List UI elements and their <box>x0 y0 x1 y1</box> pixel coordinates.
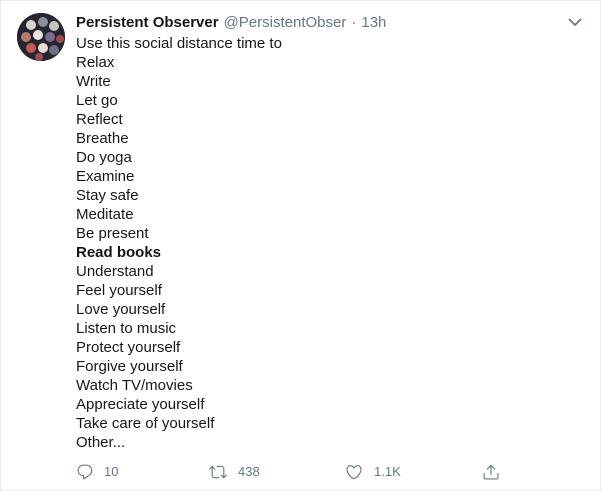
tweet-text-line: Forgive yourself <box>76 358 183 375</box>
tweet-actions: 10 438 1.1K <box>76 460 506 484</box>
reply-button[interactable]: 10 <box>76 460 118 484</box>
tweet-text-line: Examine <box>76 168 135 185</box>
tweet-text-line: Other... <box>76 434 126 451</box>
tweet-text: Use this social distance time to Relax Wri… <box>76 34 282 452</box>
share-icon <box>483 464 499 480</box>
retweet-count: 438 <box>238 464 260 479</box>
retweet-button[interactable]: 438 <box>208 460 260 484</box>
avatar[interactable] <box>17 13 65 61</box>
share-button[interactable] <box>482 460 500 484</box>
tweet-text-line: Write <box>76 73 111 90</box>
tweet-text-line: Watch TV/movies <box>76 377 193 394</box>
tweet-text-line: Appreciate yourself <box>76 396 205 413</box>
tweet-text-line: Listen to music <box>76 320 177 337</box>
tweet-menu-button[interactable] <box>564 11 586 33</box>
tweet-card[interactable]: Persistent Observer @PersistentObser · 1… <box>0 0 601 491</box>
tweet-text-line: Protect yourself <box>76 339 181 356</box>
avatar-image <box>17 13 65 61</box>
tweet-text-line: Do yoga <box>76 149 132 166</box>
author-display-name[interactable]: Persistent Observer <box>76 13 219 33</box>
tweet-text-line: Let go <box>76 92 118 109</box>
header-separator: · <box>351 14 357 31</box>
tweet-text-line: Meditate <box>76 206 134 223</box>
tweet-text-line: Understand <box>76 263 154 280</box>
retweet-icon <box>209 465 227 479</box>
tweet-text-line: Love yourself <box>76 301 166 318</box>
tweet-text-line: Be present <box>76 225 149 242</box>
tweet-text-line: Read books <box>76 244 162 261</box>
author-handle[interactable]: @PersistentObser <box>224 13 347 33</box>
tweet-timestamp[interactable]: 13h <box>361 13 386 33</box>
tweet-text-line: Take care of yourself <box>76 415 215 432</box>
reply-count: 10 <box>104 464 119 479</box>
tweet-header: Persistent Observer @PersistentObser · 1… <box>76 13 386 33</box>
reply-icon <box>77 464 93 480</box>
tweet-text-line: Use this social distance time to <box>76 35 282 52</box>
like-count: 1.1K <box>374 464 401 479</box>
chevron-down-icon <box>568 18 582 26</box>
tweet-text-line: Stay safe <box>76 187 139 204</box>
tweet-text-line: Feel yourself <box>76 282 162 299</box>
heart-icon <box>346 465 362 480</box>
tweet-text-line: Relax <box>76 54 115 71</box>
like-button[interactable]: 1.1K <box>344 460 401 484</box>
tweet-text-line: Breathe <box>76 130 129 147</box>
tweet-text-line: Reflect <box>76 111 123 128</box>
